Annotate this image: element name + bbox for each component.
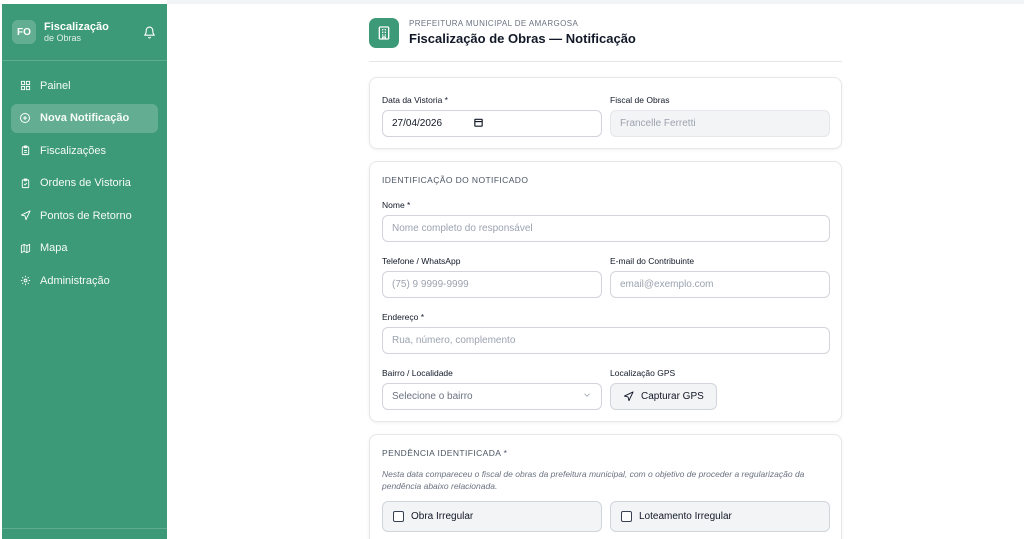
endereco-label: Endereço * xyxy=(382,312,425,322)
clipboard-check-icon xyxy=(19,177,31,189)
fiscal-value: Francelle Ferretti xyxy=(620,118,696,129)
telefone-input[interactable]: (75) 9 9999-9999 xyxy=(382,271,602,298)
nome-input[interactable]: Nome completo do responsável xyxy=(382,215,830,242)
fiscal-label: Fiscal de Obras xyxy=(610,95,670,105)
bairro-select[interactable]: Selecione o bairro xyxy=(382,383,602,410)
notificado-card: IDENTIFICAÇÃO DO NOTIFICADO Nome * Nome … xyxy=(369,161,842,422)
capture-gps-button[interactable]: Capturar GPS xyxy=(610,383,717,410)
nome-label: Nome * xyxy=(382,200,411,210)
vistoria-card: Data da Vistoria * 27/04/2026 Fiscal de … xyxy=(369,77,842,149)
navigation-icon xyxy=(19,210,31,222)
calendar-icon[interactable] xyxy=(473,117,484,131)
bairro-label: Bairro / Localidade xyxy=(382,368,453,378)
option-label: Obra Irregular xyxy=(411,511,474,522)
checkbox[interactable] xyxy=(621,511,632,522)
pendencia-card: PENDÊNCIA IDENTIFICADA * Nesta data comp… xyxy=(369,434,842,539)
sidebar-item-fiscalizacoes[interactable]: Fiscalizações xyxy=(11,136,158,165)
email-placeholder: email@exemplo.com xyxy=(620,279,714,290)
date-value: 27/04/2026 xyxy=(392,118,443,129)
email-input[interactable]: email@exemplo.com xyxy=(610,271,830,298)
telefone-placeholder: (75) 9 9999-9999 xyxy=(392,279,469,290)
nome-placeholder: Nome completo do responsável xyxy=(392,223,533,234)
fiscal-field: Francelle Ferretti xyxy=(610,110,830,137)
sidebar-item-administracao[interactable]: Administração xyxy=(11,266,158,295)
sidebar-item-label: Pontos de Retorno xyxy=(40,209,132,222)
sidebar-item-nova-notificacao[interactable]: Nova Notificação xyxy=(11,103,158,133)
sidebar-item-label: Ordens de Vistoria xyxy=(40,177,131,189)
telefone-label: Telefone / WhatsApp xyxy=(382,256,461,266)
brand-text: Fiscalização de Obras xyxy=(44,21,141,44)
sidebar-item-label: Mapa xyxy=(40,242,68,254)
sidebar-item-mapa[interactable]: Mapa xyxy=(11,234,158,263)
bairro-placeholder: Selecione o bairro xyxy=(392,391,473,402)
option-label: Loteamento Irregular xyxy=(639,511,732,522)
brand-badge: FO xyxy=(12,20,36,44)
gear-icon xyxy=(19,275,31,287)
clipboard-icon xyxy=(19,145,31,157)
sidebar-item-pontos-de-retorno[interactable]: Pontos de Retorno xyxy=(11,201,158,230)
sidebar-footer-divider xyxy=(2,528,167,529)
sidebar-item-ordens-de-vistoria[interactable]: Ordens de Vistoria xyxy=(11,169,158,198)
sidebar-item-label: Nova Notificação xyxy=(40,112,130,124)
checkbox[interactable] xyxy=(393,511,404,522)
sidebar-item-label: Fiscalizações xyxy=(40,144,107,157)
sidebar-item-label: Administração xyxy=(40,274,110,287)
endereco-placeholder: Rua, número, complemento xyxy=(392,335,516,346)
gps-label: Localização GPS xyxy=(610,368,676,378)
page-header: PREFEITURA MUNICIPAL DE AMARGOSA Fiscali… xyxy=(369,4,842,62)
header-org: PREFEITURA MUNICIPAL DE AMARGOSA xyxy=(409,19,579,28)
sidebar: FO Fiscalização de Obras Painel Nova Not… xyxy=(2,4,167,539)
date-field[interactable]: 27/04/2026 xyxy=(382,110,602,137)
grid-icon xyxy=(19,80,31,92)
sidebar-item-label: Painel xyxy=(40,79,71,92)
building-icon xyxy=(369,17,399,48)
section-title: PENDÊNCIA IDENTIFICADA * xyxy=(382,448,508,458)
header-text: PREFEITURA MUNICIPAL DE AMARGOSA Fiscali… xyxy=(409,19,636,46)
navigation-icon xyxy=(623,391,634,402)
bell-icon[interactable] xyxy=(141,24,157,40)
section-title: IDENTIFICAÇÃO DO NOTIFICADO xyxy=(382,175,529,185)
map-icon xyxy=(19,242,31,254)
pendencia-description: Nesta data compareceu o fiscal de obras … xyxy=(382,469,805,491)
email-label: E-mail do Contribuinte xyxy=(610,256,695,266)
brand-title: Fiscalização xyxy=(44,20,109,33)
chevron-down-icon xyxy=(582,390,592,403)
sidebar-nav: Painel Nova Notificação Fiscalizações Or… xyxy=(2,61,167,295)
capture-gps-label: Capturar GPS xyxy=(641,391,704,402)
sidebar-item-painel[interactable]: Painel xyxy=(11,71,158,100)
page-title: Fiscalização de Obras — Notificação xyxy=(409,31,636,46)
brand-subtitle: de Obras xyxy=(44,32,82,43)
brand: FO Fiscalização de Obras xyxy=(2,4,167,61)
date-label: Data da Vistoria * xyxy=(382,95,448,105)
option-obra-irregular[interactable]: Obra Irregular xyxy=(382,501,602,532)
main-content: PREFEITURA MUNICIPAL DE AMARGOSA Fiscali… xyxy=(369,4,842,539)
option-loteamento-irregular[interactable]: Loteamento Irregular xyxy=(610,501,830,532)
endereco-input[interactable]: Rua, número, complemento xyxy=(382,327,830,354)
plus-circle-icon xyxy=(19,112,31,124)
